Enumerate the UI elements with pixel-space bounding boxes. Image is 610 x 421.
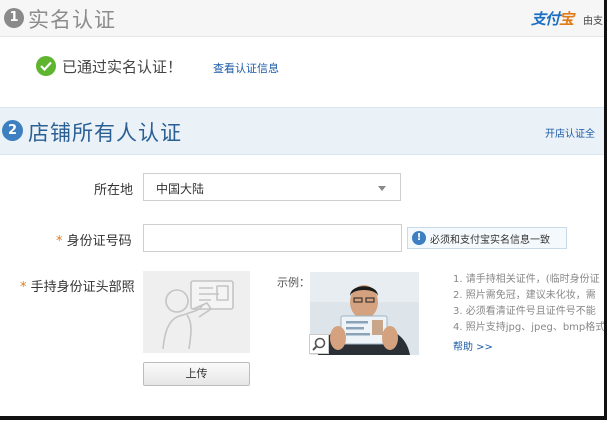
photo-requirements: 1. 请手持相关证件，(临时身份证 2. 照片需免冠，建议未化妆，需 3. 必须… — [453, 272, 606, 336]
zoom-icon[interactable] — [309, 334, 329, 354]
view-verification-link[interactable]: 查看认证信息 — [213, 60, 279, 76]
section1-number-icon: 1 — [4, 8, 24, 28]
dropdown-caret-icon — [378, 186, 386, 191]
page-frame: 1 实名认证 支付宝 由支 已通过实名认证！ 查看认证信息 2 店铺所有人认证 … — [0, 0, 607, 420]
required-mark: * — [20, 280, 31, 295]
section1-header: 1 实名认证 支付宝 由支 — [0, 0, 604, 37]
check-circle-icon — [36, 56, 56, 76]
location-select[interactable]: 中国大陆 — [143, 173, 401, 201]
upload-button[interactable]: 上传 — [143, 362, 250, 386]
photo-upload-placeholder[interactable] — [143, 271, 250, 353]
section2-title: 店铺所有人认证 — [28, 121, 182, 145]
help-link[interactable]: 帮助 >> — [453, 338, 493, 353]
section2-header: 2 店铺所有人认证 开店认证全 — [0, 107, 604, 155]
required-mark: * — [56, 234, 67, 249]
location-selected-value: 中国大陆 — [156, 182, 205, 196]
section1-title: 实名认证 — [28, 8, 116, 32]
example-label: 示例： — [277, 276, 310, 289]
id-hint-text: 必须和支付宝实名信息一致 — [430, 235, 550, 246]
verified-status: 已通过实名认证！ — [62, 58, 183, 76]
location-label: 所在地 — [94, 183, 134, 198]
section2-number-icon: 2 — [2, 120, 23, 141]
requirement-item: 1. 请手持相关证件，(临时身份证 — [453, 274, 600, 285]
info-icon: ! — [412, 231, 426, 245]
id-hint-box: ! 必须和支付宝实名信息一致 — [407, 227, 567, 249]
requirement-item: 4. 照片支持jpg、jpeg、bmp格式 — [453, 322, 606, 333]
id-number-input[interactable] — [143, 224, 402, 252]
requirement-item: 2. 照片需免冠，建议未化妆，需 — [453, 290, 596, 301]
alipay-logo: 支付宝 — [531, 10, 574, 28]
photo-label: * 手持身份证头部照 — [20, 280, 135, 295]
shop-verification-flow-link[interactable]: 开店认证全 — [545, 125, 595, 140]
id-number-label: * 身份证号码 — [56, 234, 132, 249]
partner-text: 由支 — [583, 16, 603, 27]
requirement-item: 3. 必须看清证件号且证件号不能 — [453, 306, 596, 317]
id-card-placeholder-icon — [162, 280, 234, 350]
